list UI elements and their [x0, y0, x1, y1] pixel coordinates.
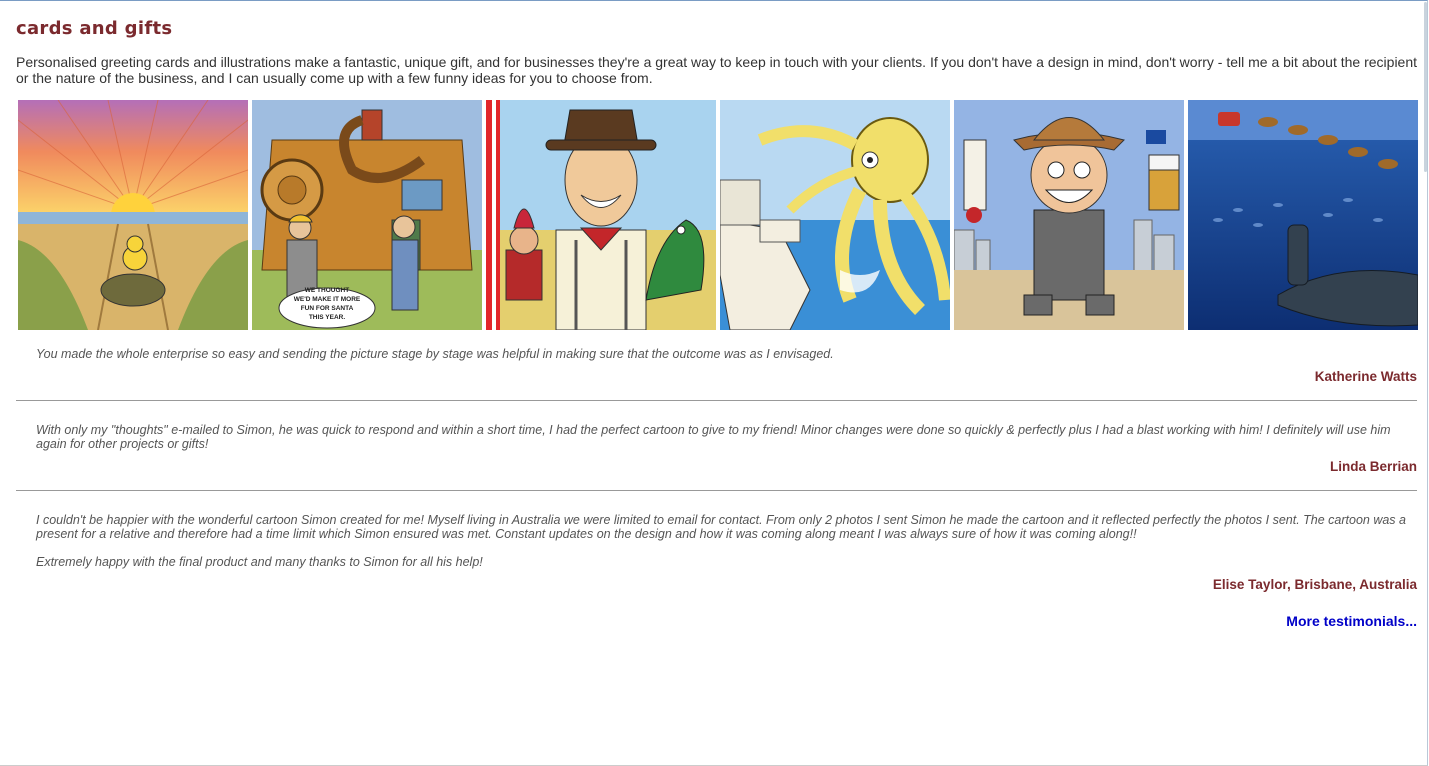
santa-submarine-illustration: [1188, 100, 1418, 330]
gallery-thumb-punch[interactable]: [486, 100, 716, 330]
wooden-house-illustration: WE THOUGHT WE'D MAKE IT MORE FUN FOR SAN…: [252, 100, 482, 330]
cowboy-businessman-caricature: [954, 100, 1184, 330]
testimonial-author: Linda Berrian: [1329, 459, 1417, 474]
intro-text: Personalised greeting cards and illustra…: [16, 54, 1418, 86]
separator: [16, 490, 1417, 491]
speech-line-3: FUN FOR SANTA: [301, 305, 354, 312]
speech-line-1: WE THOUGHT: [305, 287, 349, 294]
testimonial-author: Katherine Watts: [1314, 369, 1417, 384]
page-title: cards and gifts: [16, 18, 173, 39]
gallery-thumb-santa[interactable]: [1188, 100, 1418, 330]
testimonial-quote: With only my "thoughts" e-mailed to Simo…: [36, 423, 1391, 451]
testimonial-1: You made the whole enterprise so easy an…: [16, 347, 1417, 384]
gallery-thumb-house[interactable]: WE THOUGHT WE'D MAKE IT MORE FUN FOR SAN…: [252, 100, 482, 330]
gallery: WE THOUGHT WE'D MAKE IT MORE FUN FOR SAN…: [18, 100, 1418, 330]
testimonial-quote: Extremely happy with the final product a…: [36, 555, 483, 569]
separator: [16, 400, 1417, 401]
gallery-thumb-octopus[interactable]: [720, 100, 950, 330]
testimonial-3: I couldn't be happier with the wonderful…: [16, 513, 1417, 592]
testimonial-quote: I couldn't be happier with the wonderful…: [36, 513, 1406, 541]
speech-line-2: WE'D MAKE IT MORE: [294, 296, 361, 303]
punch-and-judy-illustration: [486, 100, 716, 330]
sunset-tortoise-illustration: [18, 100, 248, 330]
testimonial-2: With only my "thoughts" e-mailed to Simo…: [16, 423, 1417, 474]
gallery-thumb-cowboy[interactable]: [954, 100, 1184, 330]
testimonial-author: Elise Taylor, Brisbane, Australia: [1212, 577, 1417, 592]
speech-line-4: THIS YEAR.: [309, 314, 346, 321]
octopus-cruise-ship-illustration: [720, 100, 950, 330]
gallery-thumb-sunset[interactable]: [18, 100, 248, 330]
more-testimonials-link[interactable]: More testimonials...: [1286, 613, 1417, 629]
scrollbar[interactable]: [1424, 2, 1427, 172]
testimonial-quote: You made the whole enterprise so easy an…: [36, 347, 834, 361]
